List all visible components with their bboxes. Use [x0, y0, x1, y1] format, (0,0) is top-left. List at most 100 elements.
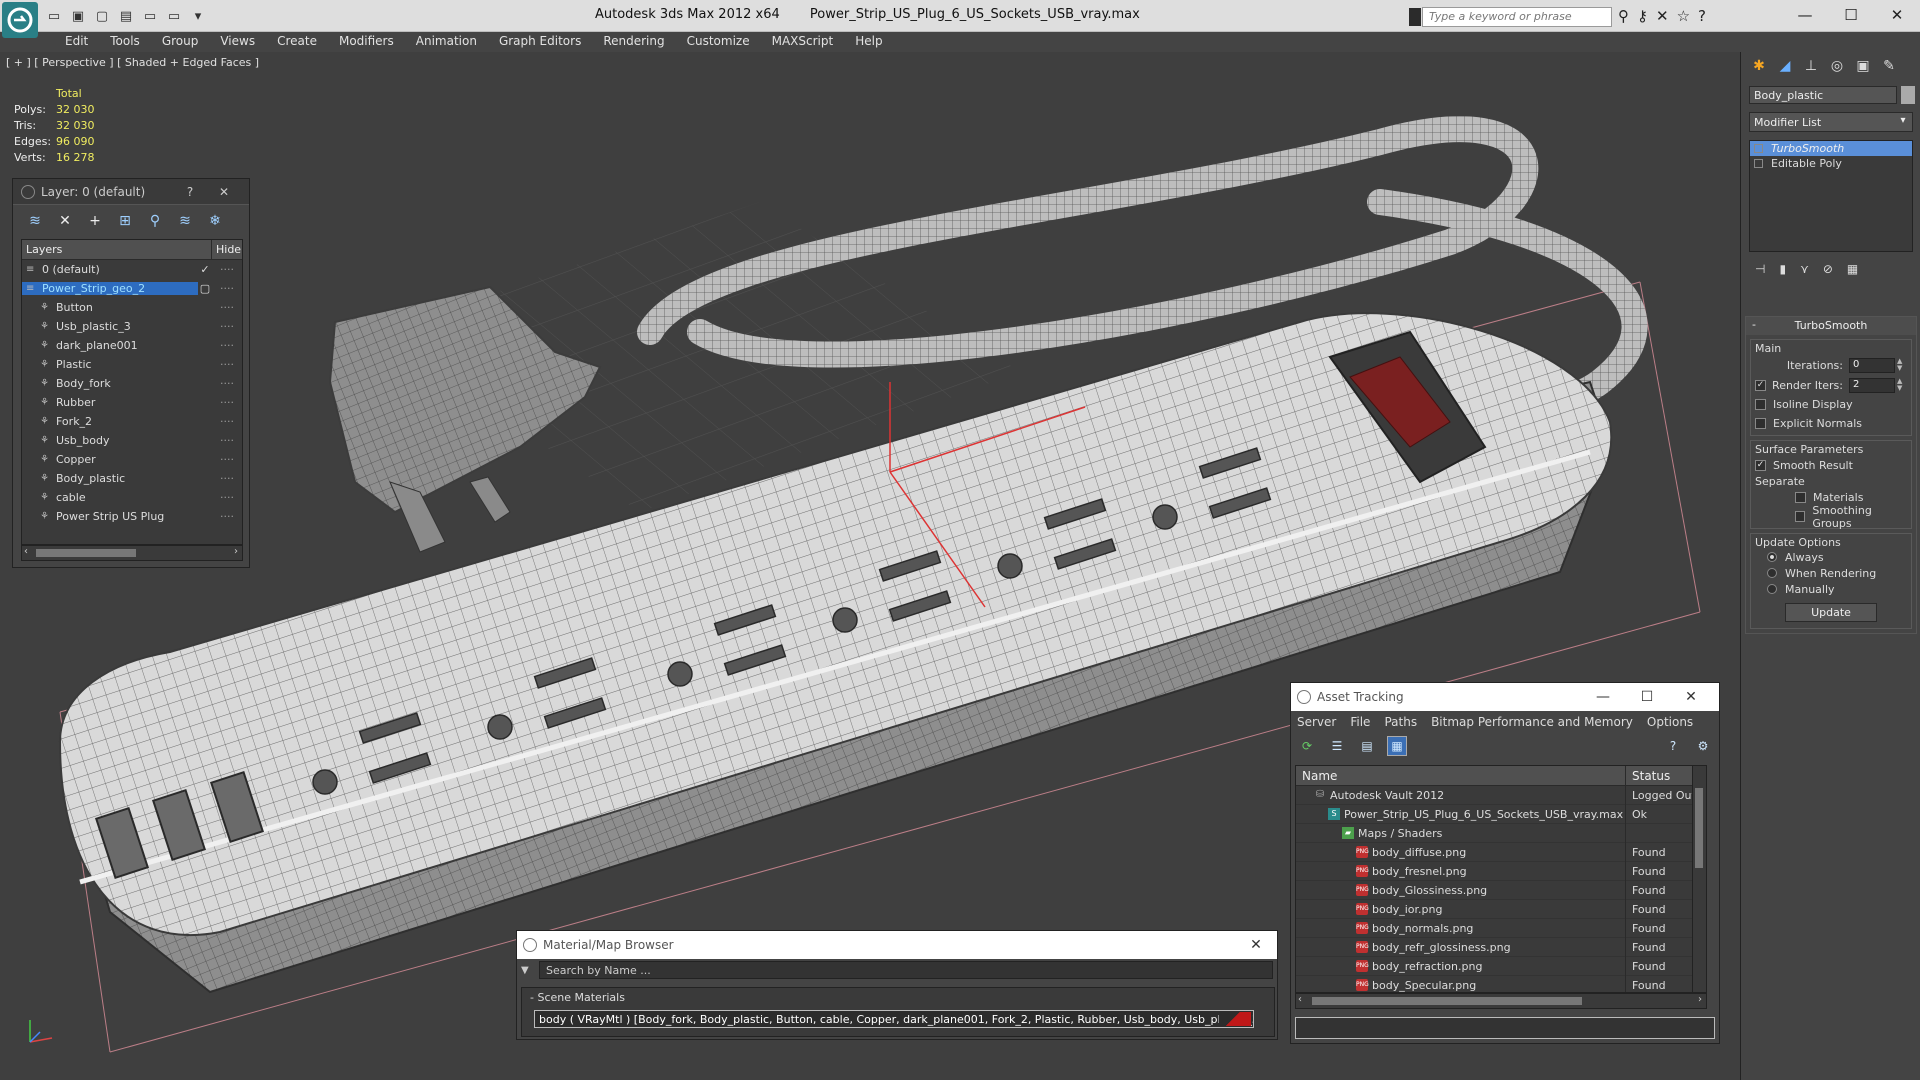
- new-scene-icon[interactable]: ▢: [92, 7, 112, 25]
- active-layer-icon[interactable]: ✓: [198, 263, 212, 276]
- asset-menu-file[interactable]: File: [1350, 715, 1370, 729]
- search-by-name-input[interactable]: Search by Name ...: [539, 961, 1273, 979]
- hide-toggle[interactable]: ····: [212, 282, 242, 295]
- hide-all-icon[interactable]: ≋: [175, 211, 195, 231]
- explicit-normals-checkbox[interactable]: [1755, 418, 1766, 429]
- menu-tools[interactable]: Tools: [99, 32, 151, 52]
- render-iters-spinner[interactable]: 2: [1849, 377, 1895, 393]
- materials-checkbox[interactable]: [1795, 492, 1806, 503]
- layer-name-cell[interactable]: ⚘ cable: [22, 491, 198, 504]
- layer-name-cell[interactable]: ⚘ Usb_plastic_3: [22, 320, 198, 333]
- scroll-left-icon[interactable]: ‹: [1298, 994, 1302, 1005]
- when-rendering-radio[interactable]: [1767, 568, 1777, 578]
- layer-name-cell[interactable]: ⚘ Power Strip US Plug: [22, 510, 198, 523]
- hide-toggle[interactable]: ····: [212, 510, 242, 523]
- close-button[interactable]: ✕: [1669, 689, 1713, 705]
- update-button[interactable]: Update: [1785, 603, 1877, 622]
- layer-panel-header[interactable]: Layer: 0 (default) ? ✕: [13, 179, 249, 205]
- spinner-arrows-icon[interactable]: ▲ ▼: [1897, 358, 1907, 372]
- hide-toggle[interactable]: ····: [212, 472, 242, 485]
- layer-name-cell[interactable]: ≡ Power_Strip_geo_2: [22, 282, 198, 295]
- always-option[interactable]: Always: [1755, 549, 1907, 565]
- asset-row[interactable]: S Power_Strip_US_Plug_6_US_Sockets_USB_vr…: [1296, 804, 1706, 824]
- hide-toggle[interactable]: ····: [212, 301, 242, 314]
- menu-views[interactable]: Views: [209, 32, 266, 52]
- asset-menu-options[interactable]: Options: [1647, 715, 1693, 729]
- smoothing-groups-checkbox[interactable]: [1795, 511, 1806, 522]
- layer-row[interactable]: ⚘ Usb_body ····: [22, 431, 242, 450]
- modifier-list-dropdown[interactable]: Modifier List ▾: [1749, 112, 1913, 132]
- maximize-button[interactable]: ☐: [1828, 0, 1874, 30]
- pin-stack-icon[interactable]: ⊣: [1755, 262, 1765, 284]
- layer-name-cell[interactable]: ⚘ dark_plane001: [22, 339, 198, 352]
- hide-toggle[interactable]: ····: [212, 358, 242, 371]
- utilities-tab-icon[interactable]: ✎: [1879, 56, 1899, 76]
- asset-table-vscroll[interactable]: [1692, 766, 1706, 992]
- highlight-layer-icon[interactable]: ⚲: [145, 211, 165, 231]
- asset-menu-bitmap-performance-and-memory[interactable]: Bitmap Performance and Memory: [1431, 715, 1633, 729]
- hide-toggle[interactable]: ····: [212, 320, 242, 333]
- show-end-result-icon[interactable]: ▮: [1779, 262, 1786, 284]
- scroll-thumb[interactable]: [1312, 997, 1582, 1005]
- menu-edit[interactable]: Edit: [54, 32, 99, 52]
- manually-radio[interactable]: [1767, 584, 1777, 594]
- asset-row[interactable]: PNG body_Specular.png Found: [1296, 975, 1706, 992]
- configure-sets-icon[interactable]: ▦: [1847, 262, 1858, 284]
- scroll-thumb[interactable]: [1695, 788, 1703, 868]
- hide-toggle[interactable]: ····: [212, 415, 242, 428]
- menu-help[interactable]: Help: [844, 32, 893, 52]
- iterations-spinner[interactable]: 0: [1849, 357, 1895, 373]
- layer-row[interactable]: ⚘ Usb_plastic_3 ····: [22, 317, 242, 336]
- material-entry[interactable]: body ( VRayMtl ) [Body_fork, Body_plasti…: [534, 1010, 1254, 1028]
- hide-toggle[interactable]: ····: [212, 263, 242, 276]
- layer-name-cell[interactable]: ≡ 0 (default): [22, 263, 198, 276]
- isoline-display-option[interactable]: Isoline Display: [1755, 395, 1907, 414]
- material-browser-header[interactable]: Material/Map Browser ✕: [517, 931, 1277, 959]
- layer-name-cell[interactable]: ⚘ Body_plastic: [22, 472, 198, 485]
- menu-customize[interactable]: Customize: [676, 32, 761, 52]
- asset-row[interactable]: PNG body_refr_glossiness.png Found: [1296, 937, 1706, 957]
- close-button[interactable]: ✕: [207, 185, 241, 199]
- hide-toggle[interactable]: ····: [212, 396, 242, 409]
- expand-plus-icon[interactable]: [1754, 159, 1763, 168]
- asset-menu-server[interactable]: Server: [1297, 715, 1336, 729]
- render-iters-checkbox[interactable]: ✓: [1755, 379, 1766, 391]
- layer-row[interactable]: ⚘ Body_fork ····: [22, 374, 242, 393]
- layer-row[interactable]: ⚘ Button ····: [22, 298, 242, 317]
- minimize-button[interactable]: —: [1581, 689, 1625, 705]
- exchange-icon[interactable]: ✕: [1656, 7, 1669, 25]
- layer-name-cell[interactable]: ⚘ Body_fork: [22, 377, 198, 390]
- when-rendering-option[interactable]: When Rendering: [1755, 565, 1907, 581]
- layer-row[interactable]: ≡ 0 (default) ✓ ····: [22, 260, 242, 279]
- layer-name-cell[interactable]: ⚘ Fork_2: [22, 415, 198, 428]
- object-name-field[interactable]: Body_plastic: [1749, 86, 1897, 104]
- maximize-button[interactable]: ☐: [1625, 689, 1669, 705]
- layers-column-header[interactable]: Layers: [22, 240, 212, 259]
- layer-row[interactable]: ⚘ cable ····: [22, 488, 242, 507]
- freeze-all-icon[interactable]: ❄: [205, 211, 225, 231]
- asset-row[interactable]: PNG body_refraction.png Found: [1296, 956, 1706, 976]
- list-view-icon[interactable]: ☰: [1327, 736, 1347, 756]
- asset-row[interactable]: PNG body_fresnel.png Found: [1296, 861, 1706, 881]
- help-icon[interactable]: ?: [1663, 736, 1683, 756]
- project-folder-icon[interactable]: ▤: [116, 7, 136, 25]
- spinner-arrows-icon[interactable]: ▲ ▼: [1897, 378, 1907, 392]
- create-tab-icon[interactable]: ✱: [1749, 56, 1769, 76]
- stack-item-turbosmooth[interactable]: TurboSmooth: [1750, 141, 1912, 156]
- layer-row[interactable]: ≡ Power_Strip_geo_2 ▢ ····: [22, 279, 242, 298]
- smooth-result-option[interactable]: ✓ Smooth Result: [1755, 456, 1907, 475]
- layer-name-cell[interactable]: ⚘ Copper: [22, 453, 198, 466]
- layer-row[interactable]: ⚘ dark_plane001 ····: [22, 336, 242, 355]
- make-unique-icon[interactable]: ⋎: [1800, 262, 1809, 284]
- hide-column-header[interactable]: Hide: [212, 240, 242, 259]
- motion-tab-icon[interactable]: ◎: [1827, 56, 1847, 76]
- create-layer-icon[interactable]: ≋: [25, 211, 45, 231]
- layer-row[interactable]: ⚘ Rubber ····: [22, 393, 242, 412]
- remove-modifier-icon[interactable]: ⊘: [1823, 262, 1833, 284]
- layer-list-hscroll[interactable]: ‹ ›: [21, 545, 243, 561]
- active-layer-icon[interactable]: ▢: [198, 282, 212, 295]
- select-objects-icon[interactable]: ⊞: [115, 211, 135, 231]
- table-view-icon[interactable]: ▤: [1357, 736, 1377, 756]
- hide-toggle[interactable]: ····: [212, 434, 242, 447]
- asset-menu-paths[interactable]: Paths: [1384, 715, 1417, 729]
